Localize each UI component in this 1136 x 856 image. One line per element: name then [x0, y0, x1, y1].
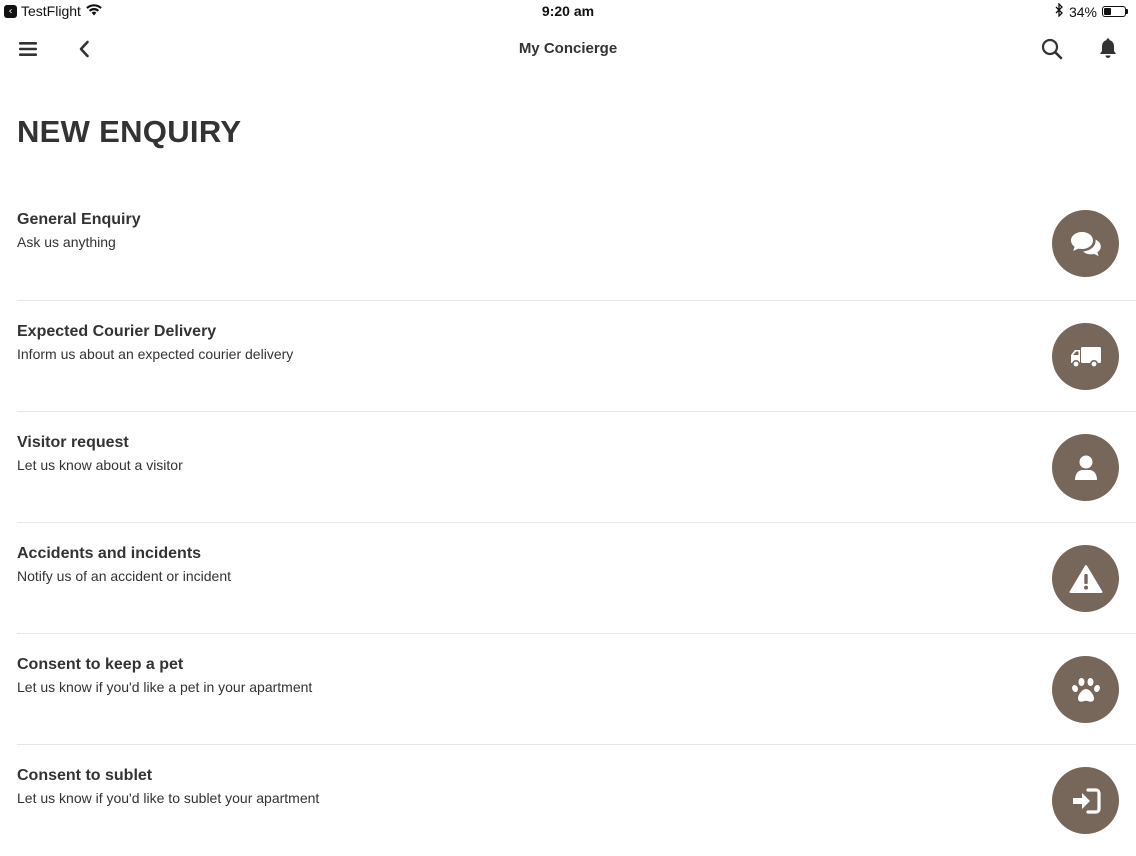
- sign-in-icon[interactable]: [1052, 767, 1119, 834]
- item-text: Consent to sublet Let us know if you'd l…: [17, 766, 319, 807]
- chat-bubbles-icon[interactable]: [1052, 210, 1119, 277]
- page-title: NEW ENQUIRY: [17, 114, 242, 149]
- enquiry-item-visitor[interactable]: Visitor request Let us know about a visi…: [17, 412, 1136, 523]
- item-subtitle: Ask us anything: [17, 234, 116, 250]
- item-subtitle: Notify us of an accident or incident: [17, 568, 232, 584]
- search-icon[interactable]: [1037, 34, 1067, 64]
- item-title: Expected Courier Delivery: [17, 323, 217, 340]
- item-title: Consent to sublet: [17, 767, 153, 784]
- enquiry-item-pet[interactable]: Consent to keep a pet Let us know if you…: [17, 634, 1136, 745]
- status-bar-right: 34%: [1055, 2, 1128, 20]
- battery-fill: [1104, 8, 1111, 15]
- item-text: Visitor request Let us know about a visi…: [17, 433, 183, 474]
- enquiry-item-general[interactable]: General Enquiry Ask us anything: [17, 188, 1136, 301]
- nav-title: My Concierge: [518, 40, 618, 57]
- item-title: Accidents and incidents: [17, 545, 202, 562]
- enquiry-item-sublet[interactable]: Consent to sublet Let us know if you'd l…: [17, 745, 1136, 856]
- delivery-truck-icon[interactable]: [1052, 323, 1119, 390]
- item-text: Accidents and incidents Notify us of an …: [17, 544, 231, 585]
- status-time: 9:20 am: [541, 3, 595, 19]
- item-title: General Enquiry: [17, 211, 141, 228]
- item-title: Consent to keep a pet: [17, 656, 184, 673]
- enquiry-item-accidents[interactable]: Accidents and incidents Notify us of an …: [17, 523, 1136, 634]
- status-bar: ‹ TestFlight 9:20 am 34%: [0, 0, 1136, 24]
- item-text: Consent to keep a pet Let us know if you…: [17, 655, 312, 696]
- warning-icon[interactable]: [1052, 545, 1119, 612]
- item-subtitle: Let us know if you'd like a pet in your …: [17, 679, 313, 695]
- bluetooth-icon: [1055, 2, 1064, 20]
- battery-percent: 34%: [1068, 3, 1097, 20]
- item-title: Visitor request: [17, 434, 129, 451]
- item-subtitle: Let us know if you'd like to sublet your…: [17, 790, 320, 806]
- item-text: General Enquiry Ask us anything: [17, 210, 141, 251]
- enquiry-list: General Enquiry Ask us anything Expected…: [17, 188, 1136, 856]
- battery-icon: [1102, 6, 1128, 17]
- item-subtitle: Let us know about a visitor: [17, 457, 183, 473]
- person-icon[interactable]: [1052, 434, 1119, 501]
- item-subtitle: Inform us about an expected courier deli…: [17, 346, 294, 362]
- bell-icon[interactable]: [1093, 34, 1123, 64]
- navigation-bar: My Concierge: [0, 24, 1136, 74]
- item-text: Expected Courier Delivery Inform us abou…: [17, 322, 293, 363]
- paw-icon[interactable]: [1052, 656, 1119, 723]
- enquiry-item-courier[interactable]: Expected Courier Delivery Inform us abou…: [17, 301, 1136, 412]
